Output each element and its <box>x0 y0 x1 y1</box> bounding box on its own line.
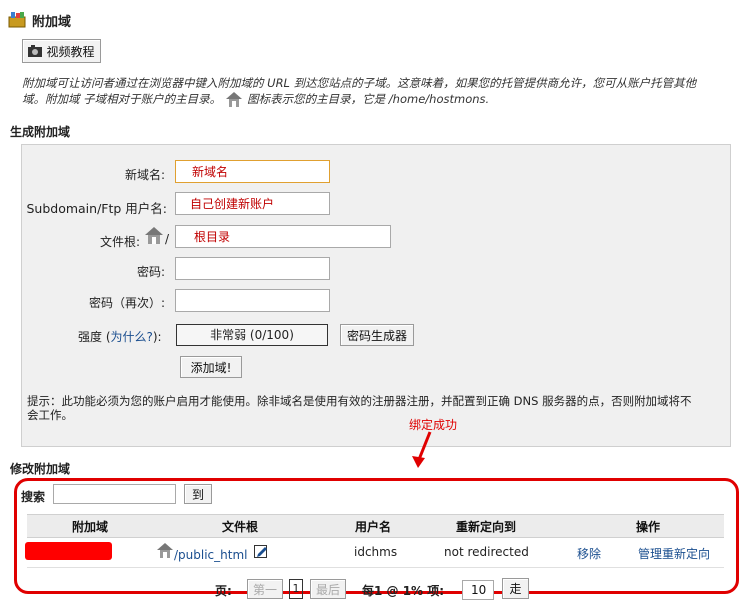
add-domain-button[interactable]: 添加域! <box>180 356 242 378</box>
per-page-go-button[interactable]: 走 <box>502 578 529 599</box>
hint-line-1: 提示：此功能必须为您的账户启用才能使用。除非域名是使用有效的注册器注册，并配置到… <box>27 394 692 408</box>
strength-label: 强度 (为什么?): <box>78 328 162 345</box>
row-docroot-link[interactable]: /public_html <box>174 548 247 562</box>
intro-line-2b: 图标表示您的主目录，它是 /home/hostmons. <box>247 92 490 106</box>
pager-page-label: 页: <box>215 584 232 598</box>
document-root-input[interactable]: 根目录 <box>175 225 391 248</box>
intro-line-2a: 域。附加域 子域相对于账户的主目录。 <box>22 92 222 106</box>
page-title: 附加域 <box>32 15 72 30</box>
search-input[interactable] <box>53 484 176 504</box>
video-camera-icon <box>28 45 43 57</box>
col-username[interactable]: 用户名 <box>355 518 391 535</box>
why-link[interactable]: 为什么? <box>111 330 153 344</box>
per-page-input[interactable]: 10 <box>462 580 494 600</box>
addon-domain-icon <box>8 10 26 28</box>
search-label: 搜索 <box>21 490 46 504</box>
new-domain-input[interactable]: 新域名 <box>175 160 330 183</box>
subdomain-user-input[interactable]: 自己创建新账户 <box>175 192 330 215</box>
strength-label-post: ): <box>152 330 162 344</box>
home-icon <box>225 91 243 107</box>
home-icon <box>144 226 164 244</box>
row-username: idchms <box>354 545 398 559</box>
search-go-button[interactable]: 到 <box>184 484 212 504</box>
password-input[interactable] <box>175 257 330 280</box>
edit-icon[interactable] <box>254 544 268 558</box>
col-document-root[interactable]: 文件根 <box>222 518 258 535</box>
pager-last-button[interactable]: 最后 <box>310 579 346 599</box>
subdomain-user-label: Subdomain/Ftp 用户名: <box>26 201 167 216</box>
modify-section-title: 修改附加域 <box>10 462 71 476</box>
strength-label-pre: 强度 ( <box>78 330 111 344</box>
document-root-slash: / <box>165 232 170 246</box>
home-icon <box>156 542 174 558</box>
redacted-domain <box>25 542 112 560</box>
row-redirect: not redirected <box>444 545 529 559</box>
password-label: 密码: <box>136 265 165 279</box>
password-generator-button[interactable]: 密码生成器 <box>340 324 414 346</box>
intro-line-1: 附加域可让访问者通过在浏览器中键入附加域的 URL 到达您站点的子域。这意味着，… <box>22 76 697 90</box>
remove-link[interactable]: 移除 <box>577 545 601 562</box>
video-tutorial-button[interactable]: 视频教程 <box>22 39 101 63</box>
create-section-title: 生成附加域 <box>10 125 71 139</box>
pager-current-page[interactable]: 1 <box>289 579 303 599</box>
video-tutorial-label: 视频教程 <box>46 44 95 59</box>
col-addon-domain[interactable]: 附加域 <box>72 518 108 535</box>
password-again-label: 密码（再次）: <box>88 296 165 310</box>
pager-first-button[interactable]: 第一 <box>247 579 283 599</box>
annotation-arrow <box>412 431 432 468</box>
per-page-label: 每1 @ 1% 项: <box>362 584 445 598</box>
password-again-input[interactable] <box>175 289 330 312</box>
intro-line-2: 域。附加域 子域相对于账户的主目录。 图标表示您的主目录，它是 /home/ho… <box>22 91 489 107</box>
document-root-label: 文件根: <box>99 235 140 249</box>
new-domain-label: 新域名: <box>124 168 165 182</box>
col-redirect[interactable]: 重新定向到 <box>456 518 516 535</box>
hint-line-2: 会工作。 <box>27 408 73 422</box>
strength-meter: 非常弱 (0/100) <box>176 324 328 346</box>
col-actions: 操作 <box>636 520 661 534</box>
manage-redirect-link[interactable]: 管理重新定向 <box>638 545 710 562</box>
